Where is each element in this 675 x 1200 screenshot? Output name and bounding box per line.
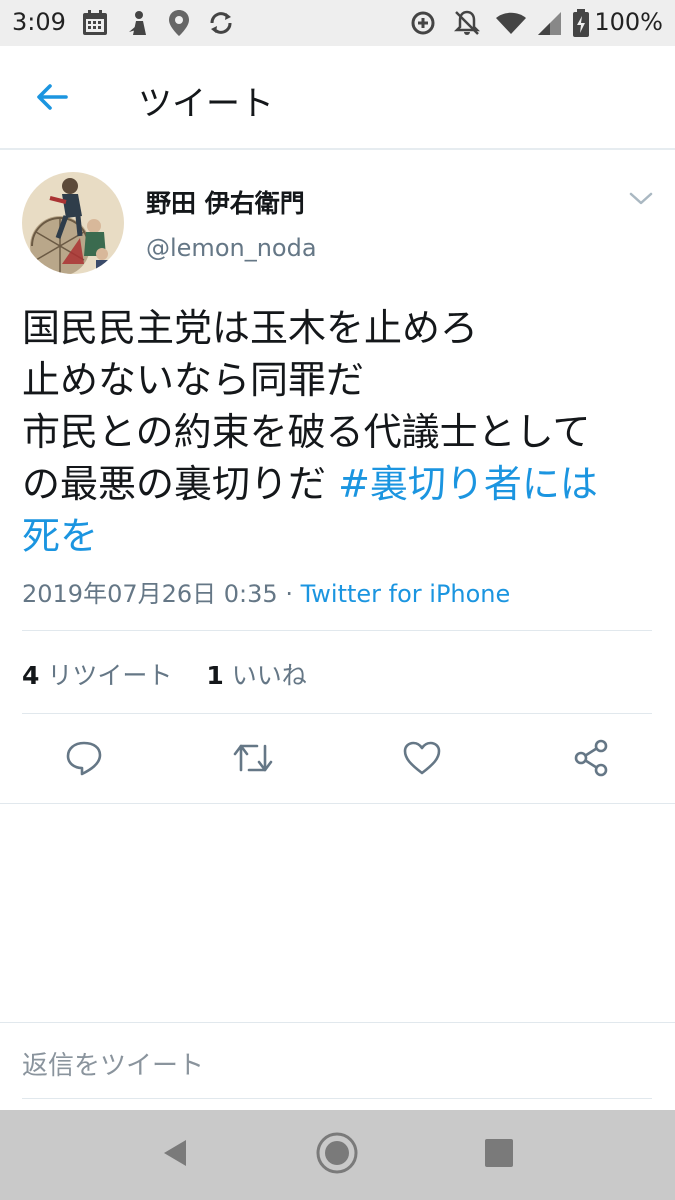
- retweet-count-label: リツイート: [47, 661, 173, 690]
- calendar-icon: [80, 8, 110, 38]
- tweet-meta: 2019年07月26日 0:35 · Twitter for iPhone: [22, 574, 510, 609]
- like-count: 1: [206, 661, 224, 690]
- hashtag-link[interactable]: #裏切り者には: [338, 462, 598, 506]
- sync-icon: [206, 8, 236, 38]
- nav-recents-button[interactable]: [476, 1132, 522, 1178]
- reply-button[interactable]: [60, 738, 108, 782]
- signal-icon: [536, 8, 564, 38]
- nav-home-button[interactable]: [314, 1132, 360, 1178]
- system-nav-bar: [0, 1110, 675, 1200]
- status-time: 3:09: [12, 8, 66, 36]
- notifications-off-icon: [452, 8, 482, 38]
- hashtag-link-continued[interactable]: 死を: [22, 514, 98, 558]
- divider: [0, 1022, 675, 1023]
- wifi-icon: [494, 8, 528, 38]
- user-name[interactable]: 野田 伊右衛門: [146, 184, 305, 220]
- retweet-count: 4: [22, 661, 40, 690]
- reply-icon: [65, 740, 103, 780]
- divider: [22, 713, 652, 714]
- retweet-button[interactable]: [229, 738, 277, 782]
- arrow-left-icon: [35, 83, 69, 115]
- battery-charging-icon: [572, 8, 590, 38]
- tweet-text-line: 国民民主党は玉木を止めろ: [22, 306, 479, 350]
- tweet-menu-button[interactable]: [624, 186, 658, 214]
- tweet-source-link[interactable]: Twitter for iPhone: [301, 580, 511, 608]
- status-bar: 3:09 100%: [0, 0, 675, 46]
- like-button[interactable]: [398, 738, 446, 782]
- circle-home-icon: [315, 1131, 359, 1179]
- data-saver-icon: [408, 8, 438, 38]
- meta-separator: ·: [277, 580, 301, 608]
- tweet-text-line: 市民との約束を破る代議士として: [22, 410, 591, 454]
- square-recents-icon: [484, 1138, 514, 1172]
- divider: [22, 1098, 652, 1099]
- tweet-timestamp: 2019年07月26日 0:35: [22, 580, 278, 608]
- app-bar: ツイート: [0, 46, 675, 150]
- retweet-count-link[interactable]: 4 リツイート: [22, 656, 172, 692]
- chevron-down-icon: [629, 191, 653, 210]
- divider: [22, 630, 652, 631]
- app-icon: [124, 8, 154, 38]
- nav-back-button[interactable]: [152, 1132, 198, 1178]
- page-title: ツイート: [138, 84, 274, 124]
- user-handle[interactable]: @lemon_noda: [146, 234, 317, 262]
- divider: [0, 803, 675, 804]
- location-icon: [166, 8, 192, 38]
- back-button[interactable]: [24, 76, 80, 122]
- tweet-text-line: 止めないなら同罪だ: [22, 358, 365, 402]
- triangle-back-icon: [160, 1137, 190, 1173]
- tweet-stats: 4 リツイート 1 いいね: [22, 656, 307, 692]
- like-icon: [402, 740, 442, 780]
- tweet-text-line: 死を: [22, 510, 652, 562]
- share-icon: [572, 739, 610, 781]
- share-button[interactable]: [567, 738, 615, 782]
- like-count-link[interactable]: 1 いいね: [206, 656, 306, 692]
- tweet-text-line: の最悪の裏切りだ #裏切り者には: [22, 458, 652, 510]
- like-count-label: いいね: [231, 661, 307, 690]
- battery-percent: 100%: [594, 8, 663, 36]
- reply-input[interactable]: [22, 1040, 652, 1092]
- retweet-icon: [231, 740, 275, 780]
- tweet-text-fragment: の最悪の裏切りだ: [22, 462, 339, 506]
- tweet-text: 国民民主党は玉木を止めろ 止めないなら同罪だ 市民との約束を破る代議士として の…: [22, 302, 652, 562]
- avatar[interactable]: [22, 172, 124, 274]
